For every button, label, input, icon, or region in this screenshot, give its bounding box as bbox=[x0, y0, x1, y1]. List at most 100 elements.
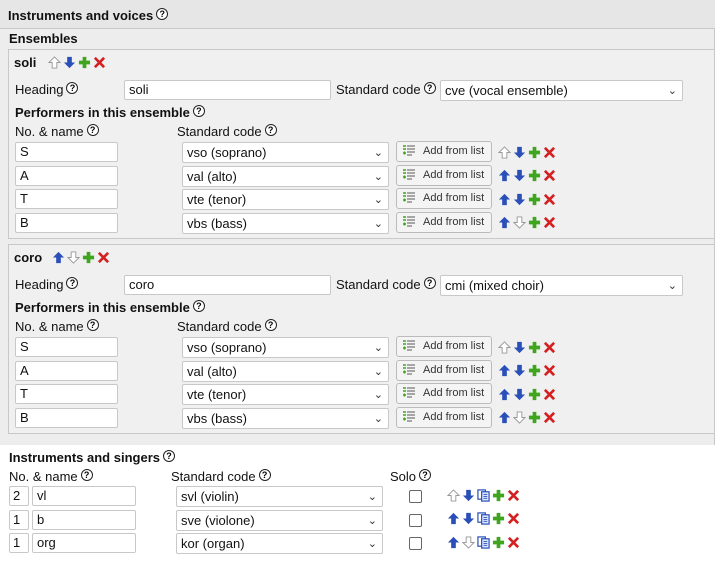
help-icon[interactable]: ? bbox=[86, 124, 99, 136]
performer-name-input[interactable]: B bbox=[15, 407, 118, 428]
duplicate-icon[interactable] bbox=[477, 489, 490, 502]
move-up-icon[interactable] bbox=[447, 536, 460, 549]
instrument-code-select[interactable]: sve (violone) ⌄ bbox=[176, 509, 383, 531]
help-icon[interactable]: ? bbox=[423, 82, 436, 94]
performer-name-input[interactable]: S bbox=[15, 337, 118, 357]
instrument-name-input[interactable]: b bbox=[32, 509, 136, 530]
move-up-icon[interactable] bbox=[498, 146, 511, 159]
help-icon[interactable]: ? bbox=[162, 450, 175, 462]
move-down-icon[interactable] bbox=[67, 251, 80, 264]
move-down-icon[interactable] bbox=[513, 364, 526, 377]
delete-icon[interactable] bbox=[507, 512, 520, 525]
help-icon[interactable]: ? bbox=[423, 277, 436, 289]
performer-code-select[interactable]: val (alto) ⌄ bbox=[182, 360, 389, 382]
add-icon[interactable] bbox=[528, 341, 541, 354]
instrument-name-input[interactable]: vl bbox=[32, 486, 136, 506]
performer-code-select[interactable]: vso (soprano) ⌄ bbox=[182, 142, 389, 163]
add-icon[interactable] bbox=[82, 251, 95, 264]
add-icon[interactable] bbox=[528, 364, 541, 377]
add-icon[interactable] bbox=[528, 216, 541, 229]
delete-icon[interactable] bbox=[543, 341, 556, 354]
performer-code-select[interactable]: vbs (bass) ⌄ bbox=[182, 407, 389, 429]
move-down-icon[interactable] bbox=[513, 411, 526, 424]
help-icon[interactable]: ? bbox=[66, 82, 79, 94]
add-from-list-button[interactable]: Add from list bbox=[396, 141, 492, 162]
add-icon[interactable] bbox=[492, 512, 505, 525]
add-from-list-button[interactable]: Add from list bbox=[396, 359, 492, 381]
move-down-icon[interactable] bbox=[513, 169, 526, 182]
move-up-icon[interactable] bbox=[498, 411, 511, 424]
solo-checkbox[interactable] bbox=[409, 490, 422, 503]
delete-icon[interactable] bbox=[543, 364, 556, 377]
solo-checkbox[interactable] bbox=[409, 537, 422, 550]
performer-name-input[interactable]: A bbox=[15, 360, 118, 381]
add-icon[interactable] bbox=[528, 193, 541, 206]
help-icon[interactable]: ? bbox=[264, 124, 277, 136]
move-down-icon[interactable] bbox=[513, 388, 526, 401]
performer-name-input[interactable]: S bbox=[15, 142, 118, 162]
delete-icon[interactable] bbox=[507, 489, 520, 502]
delete-icon[interactable] bbox=[543, 388, 556, 401]
move-up-icon[interactable] bbox=[498, 364, 511, 377]
add-icon[interactable] bbox=[528, 169, 541, 182]
help-icon[interactable]: ? bbox=[66, 277, 79, 289]
performer-code-select[interactable]: vte (tenor) ⌄ bbox=[182, 189, 389, 210]
instrument-count-input[interactable]: 1 bbox=[9, 533, 29, 553]
delete-icon[interactable] bbox=[93, 56, 106, 69]
heading-input[interactable]: coro bbox=[124, 275, 331, 295]
help-icon[interactable]: ? bbox=[258, 469, 271, 481]
instrument-code-select[interactable]: svl (violin) ⌄ bbox=[176, 486, 383, 507]
performer-name-input[interactable]: T bbox=[15, 384, 118, 404]
move-up-icon[interactable] bbox=[447, 512, 460, 525]
ensemble-code-select[interactable]: cve (vocal ensemble) ⌄ bbox=[440, 80, 683, 101]
help-icon[interactable]: ? bbox=[192, 300, 205, 312]
add-from-list-button[interactable]: Add from list bbox=[396, 188, 492, 209]
move-up-icon[interactable] bbox=[498, 169, 511, 182]
add-icon[interactable] bbox=[528, 411, 541, 424]
help-icon[interactable]: ? bbox=[192, 105, 205, 117]
add-from-list-button[interactable]: Add from list bbox=[396, 164, 492, 186]
delete-icon[interactable] bbox=[543, 146, 556, 159]
help-icon[interactable]: ? bbox=[419, 469, 432, 481]
move-down-icon[interactable] bbox=[513, 146, 526, 159]
move-down-icon[interactable] bbox=[513, 341, 526, 354]
move-up-icon[interactable] bbox=[447, 489, 460, 502]
move-up-icon[interactable] bbox=[498, 216, 511, 229]
add-icon[interactable] bbox=[528, 146, 541, 159]
instrument-name-input[interactable]: org bbox=[32, 533, 136, 553]
add-icon[interactable] bbox=[492, 489, 505, 502]
instrument-count-input[interactable]: 1 bbox=[9, 509, 29, 530]
help-icon[interactable]: ? bbox=[86, 319, 99, 331]
move-down-icon[interactable] bbox=[513, 216, 526, 229]
instrument-code-select[interactable]: kor (organ) ⌄ bbox=[176, 533, 383, 554]
performer-code-select[interactable]: val (alto) ⌄ bbox=[182, 165, 389, 187]
duplicate-icon[interactable] bbox=[477, 512, 490, 525]
delete-icon[interactable] bbox=[543, 169, 556, 182]
performer-name-input[interactable]: A bbox=[15, 165, 118, 186]
move-up-icon[interactable] bbox=[48, 56, 61, 69]
delete-icon[interactable] bbox=[543, 193, 556, 206]
performer-name-input[interactable]: T bbox=[15, 189, 118, 209]
performer-code-select[interactable]: vte (tenor) ⌄ bbox=[182, 384, 389, 405]
instrument-count-input[interactable]: 2 bbox=[9, 486, 29, 506]
move-up-icon[interactable] bbox=[498, 193, 511, 206]
move-up-icon[interactable] bbox=[52, 251, 65, 264]
help-icon[interactable]: ? bbox=[264, 319, 277, 331]
add-from-list-button[interactable]: Add from list bbox=[396, 336, 492, 357]
performer-name-input[interactable]: B bbox=[15, 212, 118, 233]
add-icon[interactable] bbox=[492, 536, 505, 549]
heading-input[interactable]: soli bbox=[124, 80, 331, 100]
add-from-list-button[interactable]: Add from list bbox=[396, 383, 492, 404]
delete-icon[interactable] bbox=[97, 251, 110, 264]
duplicate-icon[interactable] bbox=[477, 536, 490, 549]
move-down-icon[interactable] bbox=[63, 56, 76, 69]
move-up-icon[interactable] bbox=[498, 388, 511, 401]
move-down-icon[interactable] bbox=[462, 536, 475, 549]
solo-checkbox[interactable] bbox=[409, 513, 422, 527]
add-icon[interactable] bbox=[528, 388, 541, 401]
help-icon[interactable]: ? bbox=[80, 469, 93, 481]
performer-code-select[interactable]: vso (soprano) ⌄ bbox=[182, 337, 389, 358]
performer-code-select[interactable]: vbs (bass) ⌄ bbox=[182, 212, 389, 234]
move-down-icon[interactable] bbox=[513, 193, 526, 206]
move-down-icon[interactable] bbox=[462, 512, 475, 525]
